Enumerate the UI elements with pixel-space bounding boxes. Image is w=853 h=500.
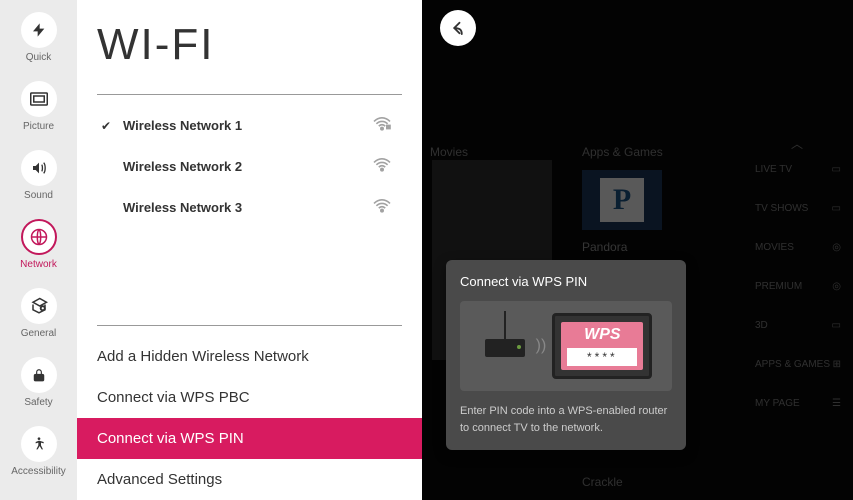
mypage-icon: ☰ (832, 398, 841, 409)
option-wps-pbc[interactable]: Connect via WPS PBC (77, 377, 422, 418)
sidebar-label: Picture (23, 121, 54, 132)
sidebar-item-safety[interactable]: Safety (21, 357, 57, 408)
general-icon (21, 288, 57, 324)
settings-sidebar: Quick Picture Sound Network General Safe… (0, 0, 77, 500)
network-name: Wireless Network 1 (119, 118, 372, 133)
network-list: ✔ Wireless Network 1 Wireless Network 2 … (77, 105, 422, 325)
network-item[interactable]: Wireless Network 2 (77, 146, 422, 187)
option-add-hidden[interactable]: Add a Hidden Wireless Network (77, 336, 422, 377)
pin-box: **** (567, 348, 637, 366)
sidebar-label: Safety (24, 397, 52, 408)
right-menu-item[interactable]: TV SHOWS▭ (743, 189, 853, 228)
sidebar-label: Quick (26, 52, 52, 63)
right-menu-item[interactable]: 3D▭ (743, 306, 853, 345)
apps-icon: ⊞ (833, 359, 841, 370)
network-name: Wireless Network 2 (119, 159, 372, 174)
option-wps-pin[interactable]: Connect via WPS PIN (77, 418, 422, 459)
sidebar-label: Network (20, 259, 57, 270)
right-menu-item[interactable]: MOVIES◎ (743, 228, 853, 267)
wifi-secured-icon (372, 115, 392, 136)
pandora-logo: P (600, 178, 644, 222)
right-menu-item[interactable]: APPS & GAMES⊞ (743, 345, 853, 384)
background-area: ︿ Movies Apps & Games P Pandora Crackle … (422, 0, 853, 500)
sidebar-item-picture[interactable]: Picture (21, 81, 57, 132)
divider (97, 325, 402, 326)
movies-icon: ◎ (832, 242, 841, 253)
premium-icon: ◎ (832, 281, 841, 292)
3d-icon: ▭ (832, 320, 841, 331)
signal-icon: )) (536, 337, 547, 355)
wifi-icon (372, 156, 392, 177)
right-menu-item[interactable]: LIVE TV▭ (743, 150, 853, 189)
divider (97, 94, 402, 95)
page-title: WI-FI (77, 20, 422, 94)
lock-icon (21, 357, 57, 393)
sidebar-label: Sound (24, 190, 53, 201)
tvshows-icon: ▭ (832, 203, 841, 214)
pandora-label: Pandora (582, 240, 627, 254)
wifi-panel: WI-FI ✔ Wireless Network 1 Wireless Netw… (77, 0, 422, 500)
picture-icon (21, 81, 57, 117)
tv-icon: ▭ (832, 164, 841, 175)
crackle-label: Crackle (582, 475, 623, 489)
bolt-icon (21, 12, 57, 48)
option-advanced[interactable]: Advanced Settings (77, 459, 422, 500)
wps-tooltip: Connect via WPS PIN )) WPS **** Enter PI… (446, 260, 686, 450)
sidebar-label: Accessibility (11, 466, 65, 477)
section-header-movies: Movies (430, 145, 468, 159)
right-menu-item[interactable]: PREMIUM◎ (743, 267, 853, 306)
tv-icon: WPS **** (552, 313, 652, 379)
sidebar-item-general[interactable]: General (21, 288, 57, 339)
network-item[interactable]: Wireless Network 3 (77, 187, 422, 228)
back-button[interactable] (440, 10, 476, 46)
wps-label: WPS (584, 326, 620, 344)
network-item[interactable]: ✔ Wireless Network 1 (77, 105, 422, 146)
tooltip-text: Enter PIN code into a WPS-enabled router… (460, 403, 672, 436)
sidebar-item-quick[interactable]: Quick (21, 12, 57, 63)
bg-sections (422, 0, 853, 150)
network-icon (21, 219, 57, 255)
sidebar-label: General (21, 328, 57, 339)
pandora-tile[interactable]: P (582, 170, 662, 230)
accessibility-icon (21, 426, 57, 462)
right-menu-item[interactable]: MY PAGE☰ (743, 384, 853, 423)
wifi-icon (372, 197, 392, 218)
check-icon: ✔ (101, 119, 119, 133)
tooltip-title: Connect via WPS PIN (460, 274, 672, 289)
network-name: Wireless Network 3 (119, 200, 372, 215)
right-menu: LIVE TV▭ TV SHOWS▭ MOVIES◎ PREMIUM◎ 3D▭ … (743, 150, 853, 423)
tooltip-illustration: )) WPS **** (460, 301, 672, 391)
section-header-apps: Apps & Games (582, 145, 663, 159)
router-icon (480, 311, 530, 381)
sidebar-item-network[interactable]: Network (20, 219, 57, 270)
wifi-options: Add a Hidden Wireless Network Connect vi… (77, 336, 422, 500)
sound-icon (21, 150, 57, 186)
sidebar-item-sound[interactable]: Sound (21, 150, 57, 201)
sidebar-item-accessibility[interactable]: Accessibility (11, 426, 65, 477)
